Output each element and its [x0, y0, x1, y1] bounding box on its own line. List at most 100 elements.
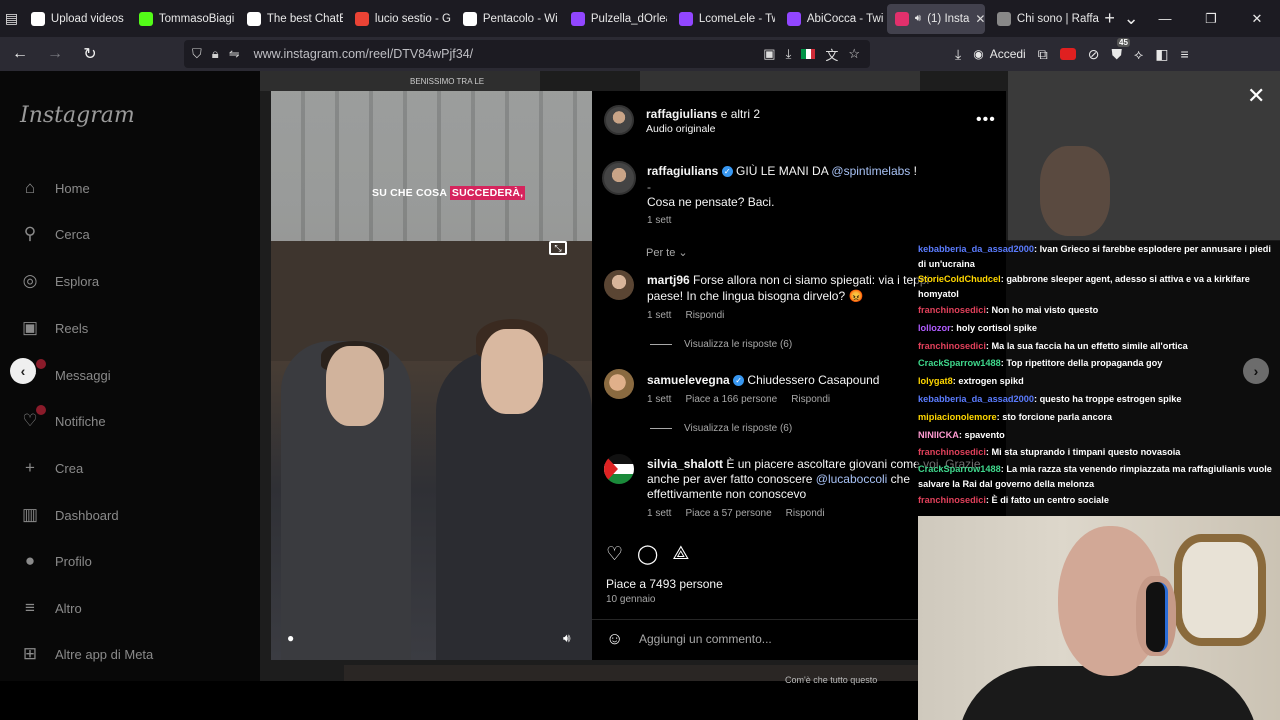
close-modal-icon[interactable]: ✕ [1247, 83, 1265, 109]
view-replies-button[interactable]: Visualizza le risposte (6) [650, 423, 792, 434]
post-caption: raffagiulians ✓ GIÙ LE MANI DA @spintime… [647, 164, 917, 178]
browser-tab[interactable]: TommasoBiagi [131, 4, 235, 34]
reel-video[interactable]: SU CHE COSA SUCCEDERÀ, ⤡ ● 🔊︎ [271, 91, 592, 660]
app-menu-icon[interactable]: ≡ [1180, 46, 1188, 62]
chat-username[interactable]: NINIICKA [918, 430, 959, 440]
translate-icon[interactable]: 文 [825, 45, 838, 64]
comment-avatar[interactable] [604, 369, 634, 399]
picture-in-picture-icon[interactable]: ▣ [763, 46, 775, 62]
chat-username[interactable]: franchinosedici [918, 341, 986, 351]
sidebar-item-altro[interactable]: ≡ Altro [20, 598, 82, 618]
sidebar-item-crea[interactable]: + Crea [20, 458, 83, 478]
tagged-users-icon[interactable]: ● [287, 631, 294, 645]
sound-icon[interactable]: 🔊︎ [563, 631, 571, 646]
chat-message: NINIICKA: spavento [918, 427, 1278, 445]
list-tabs-button[interactable]: ⌄ [1120, 4, 1142, 34]
browser-tab[interactable]: LcomeLele - Tw [671, 4, 775, 34]
add-comment-input[interactable]: Aggiungi un commento... [639, 632, 772, 646]
download-page-icon[interactable]: ⤓ [786, 46, 792, 62]
sidebar-item-reels[interactable]: ▣ Reels [20, 318, 88, 338]
chat-username[interactable]: CrackSparrow1488 [918, 358, 1001, 368]
bookmark-star-icon[interactable]: ☆ [848, 46, 860, 62]
comment-avatar[interactable] [604, 270, 634, 300]
browser-tab[interactable]: 🔊︎ (1) Insta ✕ [886, 3, 985, 34]
url-text[interactable]: www.instagram.com/reel/DTV84wPjf34/ [254, 47, 474, 61]
reply-button[interactable]: Rispondi [791, 394, 830, 405]
maximize-icon[interactable]: ❐ [1188, 0, 1234, 37]
author-avatar[interactable] [604, 105, 634, 135]
browser-tab[interactable]: Upload videos [23, 4, 127, 34]
forward-icon[interactable]: → [40, 39, 70, 69]
ad-blocker-icon[interactable]: ⊘ [1088, 46, 1100, 63]
comment-avatar[interactable] [604, 454, 634, 484]
likes-count[interactable]: Piace a 7493 persone [606, 577, 723, 591]
close-tab-icon[interactable]: ✕ [975, 12, 985, 26]
italian-flag-icon[interactable] [801, 49, 816, 59]
sidebar-item-dashboard[interactable]: ▥ Dashboard [20, 505, 119, 525]
account-button[interactable]: ◉ Accedi [973, 47, 1026, 61]
sidebar-item-esplora[interactable]: ◎ Esplora [20, 271, 100, 291]
chat-username[interactable]: franchinosedici [918, 447, 986, 457]
chat-username[interactable]: kebabberia_da_assad2000 [918, 394, 1034, 404]
sidebar-item-notifiche[interactable]: ♡ Notifiche [20, 405, 106, 431]
sort-filter-dropdown[interactable]: Per te ⌄ [646, 246, 688, 259]
twitch-icon [678, 11, 693, 26]
chat-message: franchinosedici: Ma la sua faccia ha un … [918, 338, 1278, 356]
shield-icon[interactable]: ⛉ [192, 46, 202, 62]
post-authors[interactable]: raffagiulians e altri 2 [646, 107, 760, 121]
audio-link[interactable]: Audio originale [646, 123, 715, 135]
like-icon[interactable]: ♡ [606, 543, 623, 566]
lock-icon[interactable]: 🔒︎ [212, 46, 219, 62]
browser-tab[interactable]: The best ChatB [239, 4, 343, 34]
chat-username[interactable]: lollozor [918, 323, 951, 333]
permissions-icon[interactable]: ⇋ [229, 46, 240, 62]
chat-username[interactable]: lolygat8 [918, 376, 953, 386]
url-bar[interactable]: ⛉ 🔒︎ ⇋ www.instagram.com/reel/DTV84wPjf3… [184, 40, 870, 68]
chat-username[interactable]: franchinosedici [918, 495, 986, 505]
tab-overview-icon[interactable]: ▤ [0, 0, 23, 37]
reply-button[interactable]: Rispondi [685, 310, 724, 321]
chat-username[interactable]: franchinosedici [918, 305, 986, 315]
sidebar-item-profilo[interactable]: ● Profilo [20, 551, 92, 571]
emoji-icon[interactable]: ☺ [606, 629, 623, 649]
youtube-extension-icon[interactable] [1059, 48, 1076, 60]
more-options-icon[interactable]: ••• [976, 111, 996, 129]
view-replies-button[interactable]: Visualizza le risposte (6) [650, 339, 792, 350]
browser-tab[interactable]: Chi sono | Raffa [989, 4, 1099, 34]
reload-icon[interactable]: ↻ [75, 39, 105, 69]
tab-label: (1) Insta [927, 12, 970, 25]
sidebar-item-altre-app-di-meta[interactable]: ⊞ Altre app di Meta [20, 644, 153, 664]
share-icon[interactable]: ⟁ [672, 543, 689, 566]
caption-avatar[interactable] [602, 161, 636, 195]
chat-username[interactable]: CrackSparrow1488 [918, 464, 1001, 474]
expand-icon[interactable]: ⤡ [549, 241, 567, 255]
reply-button[interactable]: Rispondi [786, 508, 825, 519]
comment-icon[interactable]: ◯ [637, 543, 658, 566]
chat-username[interactable]: kebabberia_da_assad2000 [918, 244, 1034, 254]
post-date: 10 gennaio [606, 594, 656, 605]
back-icon[interactable]: ← [5, 39, 35, 69]
extensions-icon[interactable]: ⧉ [1038, 46, 1048, 63]
minimize-icon[interactable]: — [1142, 0, 1188, 37]
browser-tab[interactable]: AbiCocca - Twi [779, 4, 883, 34]
browser-tab[interactable]: Pentacolo - Wi [455, 4, 559, 34]
dashboard-icon: ▥ [21, 505, 39, 524]
sidebar-item-label: Crea [55, 460, 84, 476]
browser-tab[interactable]: Pulzella_dOrlea [563, 4, 667, 34]
previous-post-arrow[interactable]: ‹ [10, 358, 36, 384]
downloads-icon[interactable]: ⤓ [955, 46, 961, 63]
close-window-icon[interactable]: ✕ [1234, 0, 1280, 37]
chat-message: CrackSparrow1488: La mia razza sta venen… [918, 462, 1278, 492]
instagram-logo[interactable]: Instagram [20, 103, 135, 128]
tab-audio-icon[interactable]: 🔊︎ [915, 13, 921, 24]
puzzle-extension-icon[interactable]: ⟡ [1134, 46, 1143, 63]
chat-username[interactable]: mipiacionolemore [918, 412, 997, 422]
ublock-icon[interactable]: ⛊ 45 [1111, 37, 1130, 63]
sidebar-item-cerca[interactable]: ⚲ Cerca [20, 224, 90, 244]
new-tab-button[interactable]: + [1099, 4, 1121, 34]
sidebar-item-home[interactable]: ⌂ Home [20, 178, 90, 198]
chat-username[interactable]: StorieColdChudcel [918, 274, 1001, 284]
vpn-icon[interactable]: ◧ [1155, 46, 1168, 63]
notification-dot [36, 359, 46, 369]
browser-tab[interactable]: lucio sestio - G [347, 4, 451, 34]
